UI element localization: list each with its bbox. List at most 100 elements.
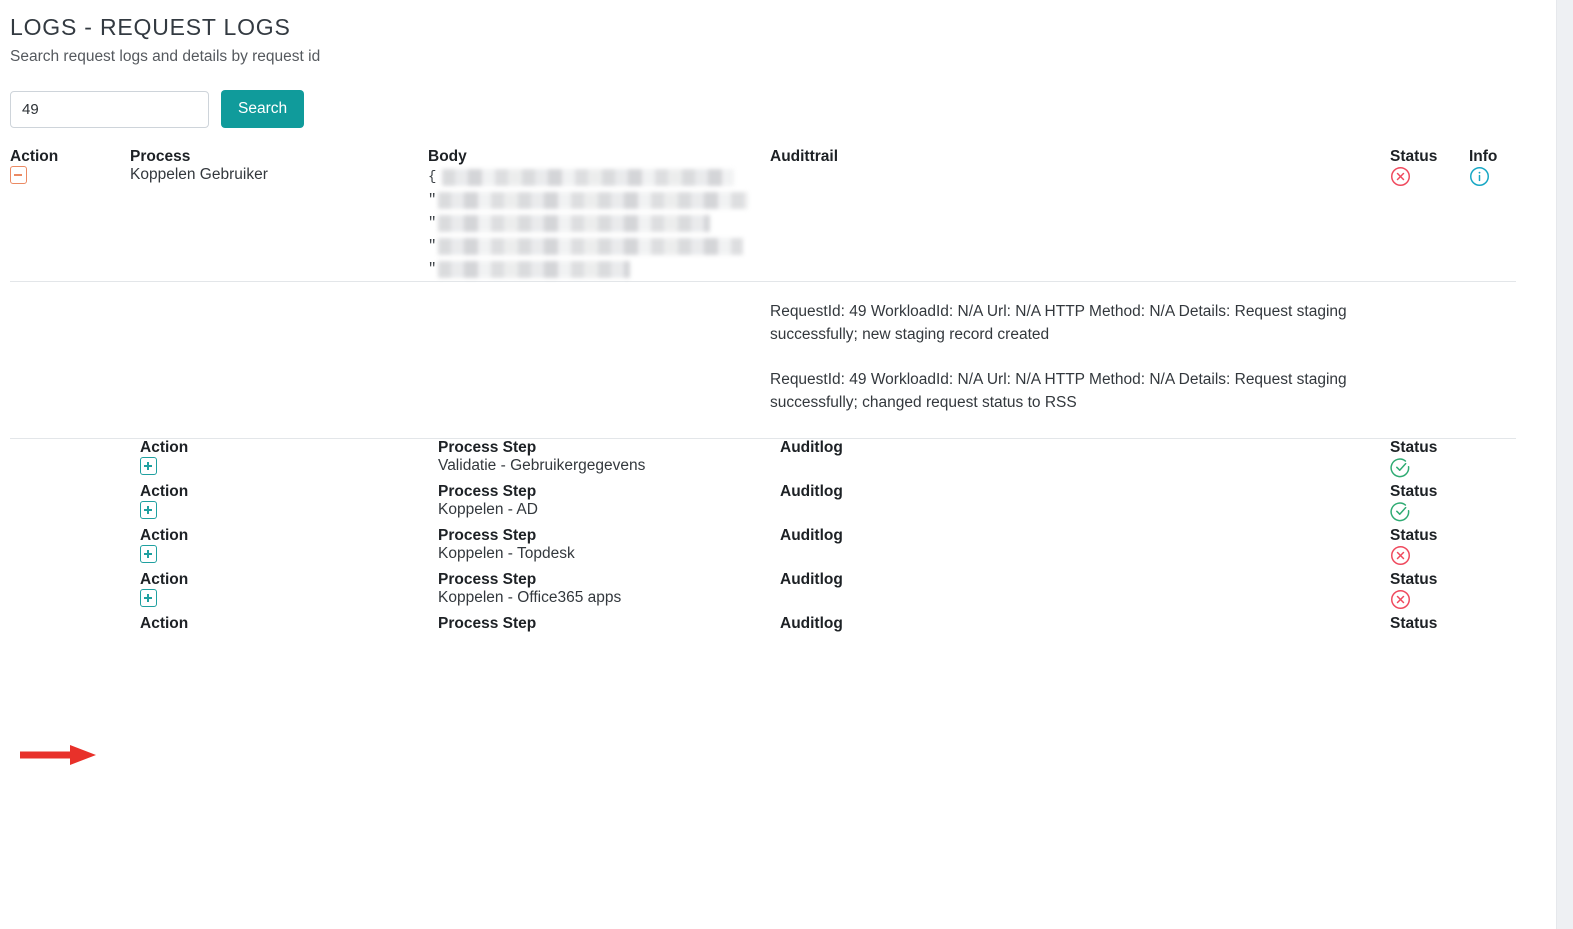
audittrail-spacer-process xyxy=(130,282,428,439)
page-title: LOGS - REQUEST LOGS xyxy=(10,14,291,40)
sub-column-header-action: Action xyxy=(140,615,189,632)
process-step-action-cell xyxy=(140,457,438,483)
sub-column-header-process-step: Process Step xyxy=(438,615,537,632)
column-header-action: Action xyxy=(10,148,59,165)
sub-column-header-auditlog: Auditlog xyxy=(780,571,843,588)
sub-column-header-action: Action xyxy=(140,571,189,588)
process-step-label: Koppelen - AD xyxy=(438,501,538,518)
sub-column-header-process-step: Process Step xyxy=(438,483,537,500)
process-step-auditlog xyxy=(780,589,1390,615)
audittrail-entry: RequestId: 49 WorkloadId: N/A Url: N/A H… xyxy=(770,303,1347,343)
process-step-spacer xyxy=(10,589,140,615)
column-header-status: Status xyxy=(1390,148,1438,165)
sub-table-header-row: Action Process Step Auditlog Status xyxy=(10,483,1516,501)
column-header-audittrail: Audittrail xyxy=(770,148,839,165)
process-step-spacer xyxy=(10,457,140,483)
sub-column-header-process-step: Process Step xyxy=(438,527,537,544)
redaction-block xyxy=(442,169,734,186)
process-step-auditlog xyxy=(780,545,1390,571)
process-step-row: Koppelen - AD xyxy=(10,501,1516,527)
column-header-process: Process xyxy=(130,148,191,165)
plus-square-icon[interactable] xyxy=(140,501,157,519)
sub-column-header-action: Action xyxy=(140,483,189,500)
process-step-status xyxy=(1390,589,1516,615)
circle-x-icon xyxy=(1390,166,1411,187)
sub-column-header-action: Action xyxy=(140,439,189,456)
logs-table-wrapper: Action Process Body Audittrail Status In… xyxy=(0,148,1556,633)
sub-table-header-row: Action Process Step Auditlog Status xyxy=(10,439,1516,457)
process-step-label: Koppelen - Topdesk xyxy=(438,545,575,562)
sub-column-spacer xyxy=(10,483,140,501)
sub-column-header-auditlog: Auditlog xyxy=(780,483,843,500)
process-step-status xyxy=(1390,501,1516,527)
request-row-audittrail-empty xyxy=(770,166,1390,282)
sub-column-header-process-step: Process Step xyxy=(438,439,537,456)
sub-column-header-status: Status xyxy=(1390,615,1438,632)
request-row-body: {" " " " xyxy=(428,166,770,282)
sub-column-header-process-step: Process Step xyxy=(438,571,537,588)
request-logs-table: Action Process Body Audittrail Status In… xyxy=(10,148,1516,439)
sub-column-spacer xyxy=(10,615,140,633)
process-step-action-cell xyxy=(140,501,438,527)
minus-square-icon[interactable] xyxy=(10,166,27,184)
process-steps-table: Action Process Step Auditlog Status Validati… xyxy=(10,439,1516,633)
audittrail-spacer-body xyxy=(428,282,770,439)
audittrail-entry: RequestId: 49 WorkloadId: N/A Url: N/A H… xyxy=(770,371,1347,411)
sub-column-header-status: Status xyxy=(1390,571,1438,588)
search-bar: Search xyxy=(0,68,1556,128)
sub-column-header-auditlog: Auditlog xyxy=(780,615,843,632)
search-input[interactable] xyxy=(10,90,209,128)
sub-column-spacer xyxy=(10,439,140,457)
redaction-block xyxy=(438,215,710,232)
page-root: LOGS - REQUEST LOGS Search request logs … xyxy=(0,0,1573,929)
process-step-auditlog xyxy=(780,501,1390,527)
page-content: LOGS - REQUEST LOGS Search request logs … xyxy=(0,0,1556,929)
sub-table-header-row: Action Process Step Auditlog Status xyxy=(10,615,1516,633)
request-row-process: Koppelen Gebruiker xyxy=(130,166,268,183)
sub-column-header-status: Status xyxy=(1390,439,1438,456)
process-step-label: Koppelen - Office365 apps xyxy=(438,589,622,606)
process-step-status xyxy=(1390,545,1516,571)
page-subtitle: Search request logs and details by reque… xyxy=(10,48,321,65)
redacted-json-body: {" " " " xyxy=(428,166,753,281)
process-step-label: Validatie - Gebruikergegevens xyxy=(438,457,646,474)
sub-column-spacer xyxy=(10,527,140,545)
audittrail-row: RequestId: 49 WorkloadId: N/A Url: N/A H… xyxy=(10,282,1516,439)
redaction-block xyxy=(438,261,630,278)
process-step-action-cell xyxy=(140,589,438,615)
redaction-block xyxy=(438,192,748,209)
process-step-row: Validatie - Gebruikergegevens xyxy=(10,457,1516,483)
request-row: Koppelen Gebruiker {" " " " xyxy=(10,166,1516,282)
plus-square-icon[interactable] xyxy=(140,545,157,563)
process-step-row: Koppelen - Topdesk xyxy=(10,545,1516,571)
sub-table-header-row: Action Process Step Auditlog Status xyxy=(10,571,1516,589)
process-step-spacer xyxy=(10,545,140,571)
redacted-json-line: " xyxy=(428,235,753,258)
request-row-status xyxy=(1390,166,1469,282)
process-step-row: Koppelen - Office365 apps xyxy=(10,589,1516,615)
audittrail-spacer-action xyxy=(10,282,130,439)
column-header-info: Info xyxy=(1469,148,1498,165)
sub-column-header-auditlog: Auditlog xyxy=(780,439,843,456)
audittrail-spacer-status xyxy=(1390,282,1469,439)
search-button[interactable]: Search xyxy=(221,90,305,128)
audittrail-cell: RequestId: 49 WorkloadId: N/A Url: N/A H… xyxy=(770,282,1390,439)
redacted-json-line: " xyxy=(428,189,753,212)
sub-column-header-status: Status xyxy=(1390,483,1438,500)
process-step-action-cell xyxy=(140,545,438,571)
plus-square-icon[interactable] xyxy=(140,589,157,607)
page-scrollbar[interactable] xyxy=(1556,0,1573,929)
circle-info-icon[interactable] xyxy=(1469,166,1490,187)
circle-check-icon xyxy=(1390,457,1411,478)
request-row-info xyxy=(1469,166,1516,282)
request-row-action-cell xyxy=(10,166,130,282)
sub-table-header-row: Action Process Step Auditlog Status xyxy=(10,527,1516,545)
audittrail-spacer-info xyxy=(1469,282,1516,439)
sub-column-header-status: Status xyxy=(1390,527,1438,544)
redacted-json-line: " xyxy=(428,212,753,235)
redacted-json-line: " xyxy=(428,258,753,281)
process-step-auditlog xyxy=(780,457,1390,483)
circle-check-icon xyxy=(1390,501,1411,522)
plus-square-icon[interactable] xyxy=(140,457,157,475)
process-step-spacer xyxy=(10,501,140,527)
